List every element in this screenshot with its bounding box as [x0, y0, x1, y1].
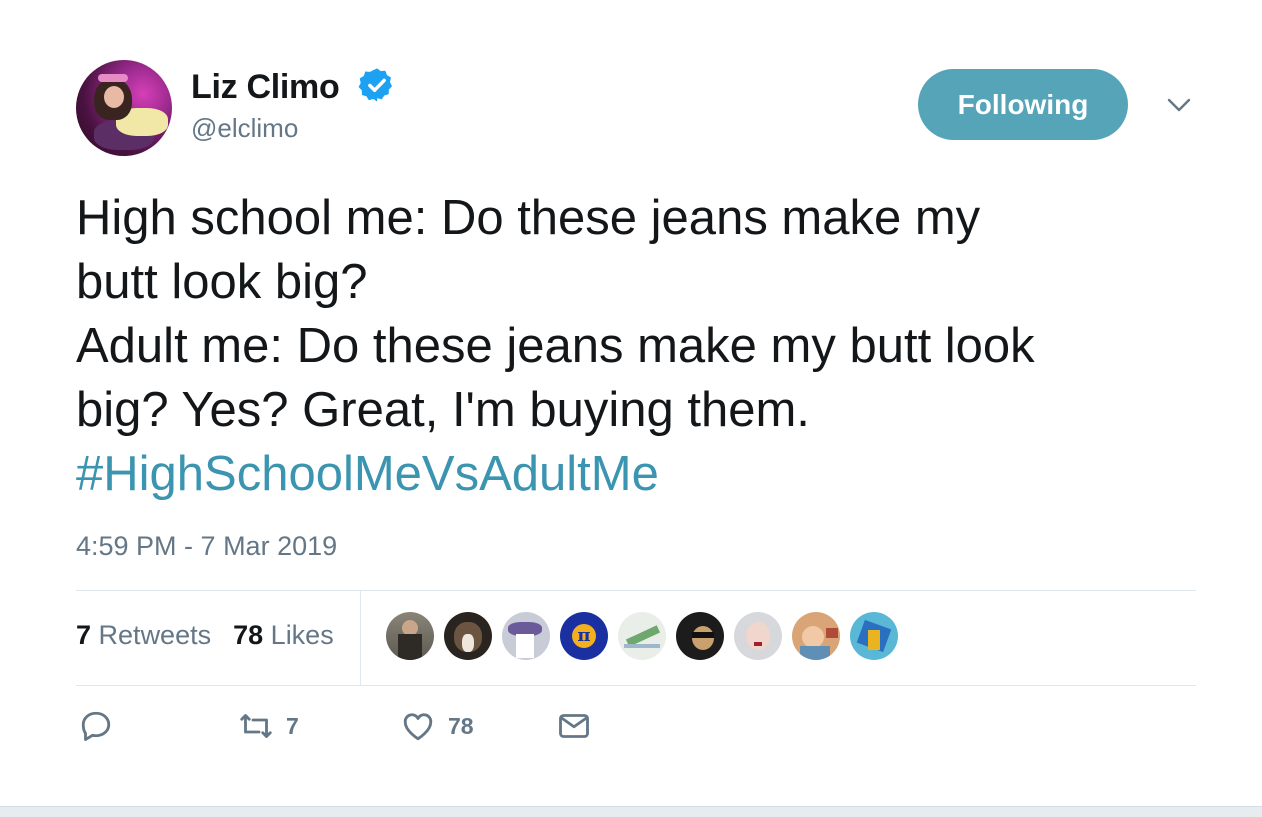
like-button[interactable]: 78: [400, 708, 474, 744]
liker-avatar[interactable]: [734, 612, 782, 660]
envelope-icon: [559, 714, 589, 738]
tweet-line: High school me: Do these jeans make my: [76, 191, 981, 245]
likers-avatars: π: [386, 612, 898, 660]
user-handle[interactable]: @elclimo: [191, 113, 298, 144]
likes-label: Likes: [270, 620, 334, 650]
tweet-line: Adult me: Do these jeans make my butt lo…: [76, 319, 1035, 373]
direct-message-button[interactable]: [556, 708, 592, 744]
page-bottom-edge: [0, 806, 1262, 817]
liker-avatar[interactable]: [502, 612, 550, 660]
liker-avatar[interactable]: [792, 612, 840, 660]
tweet-stats: 7 Retweets 78 Likes: [76, 620, 334, 651]
user-avatar[interactable]: [76, 60, 172, 156]
tweet-text: High school me: Do these jeans make my b…: [76, 186, 1196, 506]
retweet-icon: [240, 714, 272, 738]
divider: [360, 591, 361, 685]
retweets-count: 7: [76, 620, 92, 650]
reply-icon: [81, 711, 111, 741]
liker-avatar[interactable]: [676, 612, 724, 660]
liker-avatar[interactable]: [850, 612, 898, 660]
reply-button[interactable]: [78, 708, 114, 744]
like-count: 78: [448, 712, 474, 739]
tweet-timestamp[interactable]: 4:59 PM - 7 Mar 2019: [76, 531, 337, 562]
tweet-line: butt look big?: [76, 255, 368, 309]
heart-icon: [403, 713, 433, 741]
liker-avatar[interactable]: [618, 612, 666, 660]
hashtag-link[interactable]: #HighSchoolMeVsAdultMe: [76, 442, 1196, 506]
liker-avatar[interactable]: π: [560, 612, 608, 660]
likes-count: 78: [233, 620, 264, 650]
user-name[interactable]: Liz Climo: [191, 68, 340, 107]
tweet-actions: 7 78: [76, 708, 676, 752]
tweet-line: big? Yes? Great, I'm buying them.: [76, 383, 810, 437]
likes-stat[interactable]: 78 Likes: [233, 620, 334, 651]
verified-badge-icon: [358, 68, 393, 102]
retweet-count: 7: [286, 712, 299, 739]
retweet-button[interactable]: 7: [238, 708, 299, 744]
retweets-stat[interactable]: 7 Retweets: [76, 620, 211, 651]
liker-avatar[interactable]: [386, 612, 434, 660]
liker-avatar[interactable]: [444, 612, 492, 660]
retweets-label: Retweets: [98, 620, 212, 650]
chevron-down-icon[interactable]: [1166, 96, 1192, 114]
following-button[interactable]: Following: [918, 69, 1128, 140]
divider: [76, 590, 1196, 591]
divider: [76, 685, 1196, 686]
